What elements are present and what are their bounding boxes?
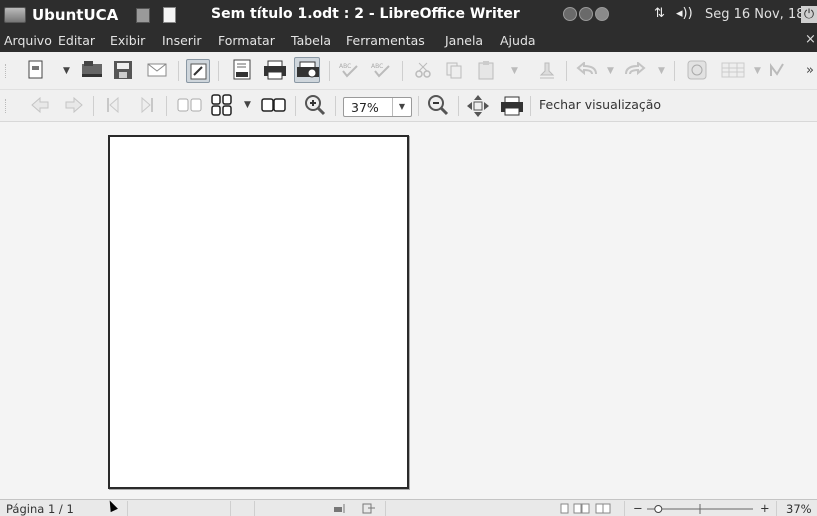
two-pages-icon[interactable] bbox=[176, 97, 204, 113]
edit-mode-icon[interactable] bbox=[186, 59, 210, 83]
table-icon[interactable] bbox=[720, 60, 746, 80]
volume-icon[interactable]: ◂)) bbox=[676, 6, 693, 21]
window-close-button[interactable] bbox=[595, 7, 609, 21]
taskbar-document-icon[interactable] bbox=[136, 8, 150, 23]
book-view-icon[interactable] bbox=[260, 97, 288, 113]
menu-editar[interactable]: Editar bbox=[58, 33, 95, 48]
toolbar-separator bbox=[402, 61, 403, 81]
toolbar-separator bbox=[458, 96, 459, 116]
menu-ferramentas[interactable]: Ferramentas bbox=[346, 33, 425, 48]
open-icon[interactable] bbox=[80, 60, 104, 80]
save-icon[interactable] bbox=[112, 59, 134, 81]
menu-janela[interactable]: Janela bbox=[445, 33, 483, 48]
zoom-in-button[interactable]: + bbox=[760, 501, 770, 515]
toolbar-overflow-button[interactable]: » bbox=[806, 63, 814, 78]
status-divider bbox=[230, 501, 231, 516]
toolbar-separator bbox=[418, 96, 419, 116]
status-divider bbox=[127, 501, 128, 516]
export-pdf-icon[interactable] bbox=[231, 58, 253, 82]
multi-page-dropdown-arrow[interactable]: ▼ bbox=[244, 100, 251, 110]
toolbar-separator bbox=[166, 96, 167, 116]
page-counter[interactable]: Página 1 / 1 bbox=[6, 502, 74, 516]
zoom-in-icon[interactable] bbox=[303, 93, 327, 117]
menu-tabela[interactable]: Tabela bbox=[291, 33, 331, 48]
document-page[interactable] bbox=[108, 135, 409, 489]
toolbar-separator bbox=[329, 61, 330, 81]
menu-formatar[interactable]: Formatar bbox=[218, 33, 275, 48]
email-icon[interactable] bbox=[146, 60, 168, 80]
menu-arquivo[interactable]: Arquivo bbox=[4, 33, 52, 48]
taskbar-blank-document-icon[interactable] bbox=[163, 7, 176, 23]
power-icon[interactable]: ⏻ bbox=[801, 6, 817, 23]
cut-icon[interactable] bbox=[413, 60, 433, 80]
view-layout-icons[interactable] bbox=[560, 503, 620, 514]
spellcheck-icon[interactable]: ABC bbox=[337, 60, 361, 80]
minimize-button[interactable] bbox=[563, 7, 577, 21]
first-page-icon[interactable] bbox=[104, 96, 126, 114]
menu-exibir[interactable]: Exibir bbox=[110, 33, 145, 48]
toolbar-separator bbox=[295, 96, 296, 116]
menu-bar: Arquivo Editar Exibir Inserir Formatar T… bbox=[0, 30, 817, 52]
new-document-icon[interactable] bbox=[26, 59, 46, 81]
zoom-percentage[interactable]: 37% bbox=[786, 502, 812, 516]
app-name[interactable]: UbuntUCA bbox=[32, 6, 118, 24]
zoom-combobox[interactable]: 37% ▼ bbox=[343, 97, 412, 117]
print-icon[interactable] bbox=[263, 59, 287, 81]
clone-format-icon[interactable] bbox=[537, 60, 557, 80]
top-panel: UbuntUCA Sem título 1.odt : 2 - LibreOff… bbox=[0, 0, 817, 30]
toolbar-separator bbox=[674, 61, 675, 81]
next-page-icon[interactable] bbox=[63, 96, 85, 114]
document-modified-icon[interactable] bbox=[362, 503, 376, 514]
menu-ajuda[interactable]: Ajuda bbox=[500, 33, 536, 48]
fullscreen-icon[interactable] bbox=[466, 94, 490, 118]
undo-dropdown-arrow[interactable]: ▼ bbox=[607, 66, 614, 76]
document-close-button[interactable]: × bbox=[805, 32, 816, 47]
redo-icon[interactable] bbox=[622, 62, 646, 78]
last-page-icon[interactable] bbox=[134, 96, 156, 114]
toolbar-separator bbox=[218, 61, 219, 81]
status-divider bbox=[776, 501, 777, 516]
toolbar-separator bbox=[178, 61, 179, 81]
toolbar-separator bbox=[335, 96, 336, 116]
zoom-out-icon[interactable] bbox=[426, 93, 450, 117]
network-icon[interactable]: ⇅ bbox=[654, 6, 665, 21]
paste-dropdown-arrow[interactable]: ▼ bbox=[511, 66, 518, 76]
undo-icon[interactable] bbox=[576, 62, 600, 78]
multi-page-icon[interactable] bbox=[210, 93, 234, 117]
toolbar-separator bbox=[93, 96, 94, 116]
toolbar-separator bbox=[566, 61, 567, 81]
window-title: Sem título 1.odt : 2 - LibreOffice Write… bbox=[211, 6, 520, 22]
zoom-out-button[interactable]: − bbox=[633, 501, 643, 515]
print-preview-icon[interactable] bbox=[500, 95, 524, 117]
autospell-icon[interactable]: ABC bbox=[369, 60, 393, 80]
previous-page-icon[interactable] bbox=[29, 96, 51, 114]
navigator-icon[interactable] bbox=[686, 59, 708, 81]
app-menu-icon[interactable] bbox=[4, 7, 26, 23]
new-dropdown-arrow[interactable]: ▼ bbox=[63, 66, 70, 76]
menu-inserir[interactable]: Inserir bbox=[162, 33, 202, 48]
document-workspace[interactable] bbox=[0, 122, 817, 499]
zoom-slider[interactable] bbox=[645, 502, 755, 515]
selection-mode-icon[interactable] bbox=[333, 503, 347, 514]
toolbar-grip[interactable] bbox=[5, 64, 8, 78]
copy-icon[interactable] bbox=[444, 60, 464, 80]
maximize-button[interactable] bbox=[579, 7, 593, 21]
paste-icon[interactable] bbox=[476, 59, 496, 81]
toolbar-grip[interactable] bbox=[5, 99, 8, 113]
svg-text:ABC: ABC bbox=[339, 63, 351, 70]
close-preview-button[interactable]: Fechar visualização bbox=[539, 97, 661, 112]
table-dropdown-arrow[interactable]: ▼ bbox=[754, 66, 761, 76]
show-draw-icon[interactable] bbox=[767, 60, 787, 80]
toolbar-separator bbox=[530, 96, 531, 116]
status-divider bbox=[385, 501, 386, 516]
zoom-value[interactable]: 37% bbox=[351, 100, 379, 115]
status-bar: Página 1 / 1 − + 37% bbox=[0, 499, 817, 516]
status-divider bbox=[254, 501, 255, 516]
standard-toolbar: ▼ ABC ABC ▼ ▼ ▼ ▼ » bbox=[0, 52, 817, 90]
svg-text:ABC: ABC bbox=[371, 63, 383, 70]
redo-dropdown-arrow[interactable]: ▼ bbox=[658, 66, 665, 76]
status-divider bbox=[624, 501, 625, 516]
zoom-dropdown-arrow[interactable]: ▼ bbox=[392, 98, 411, 116]
print-preview-toggle-icon[interactable] bbox=[294, 57, 320, 83]
